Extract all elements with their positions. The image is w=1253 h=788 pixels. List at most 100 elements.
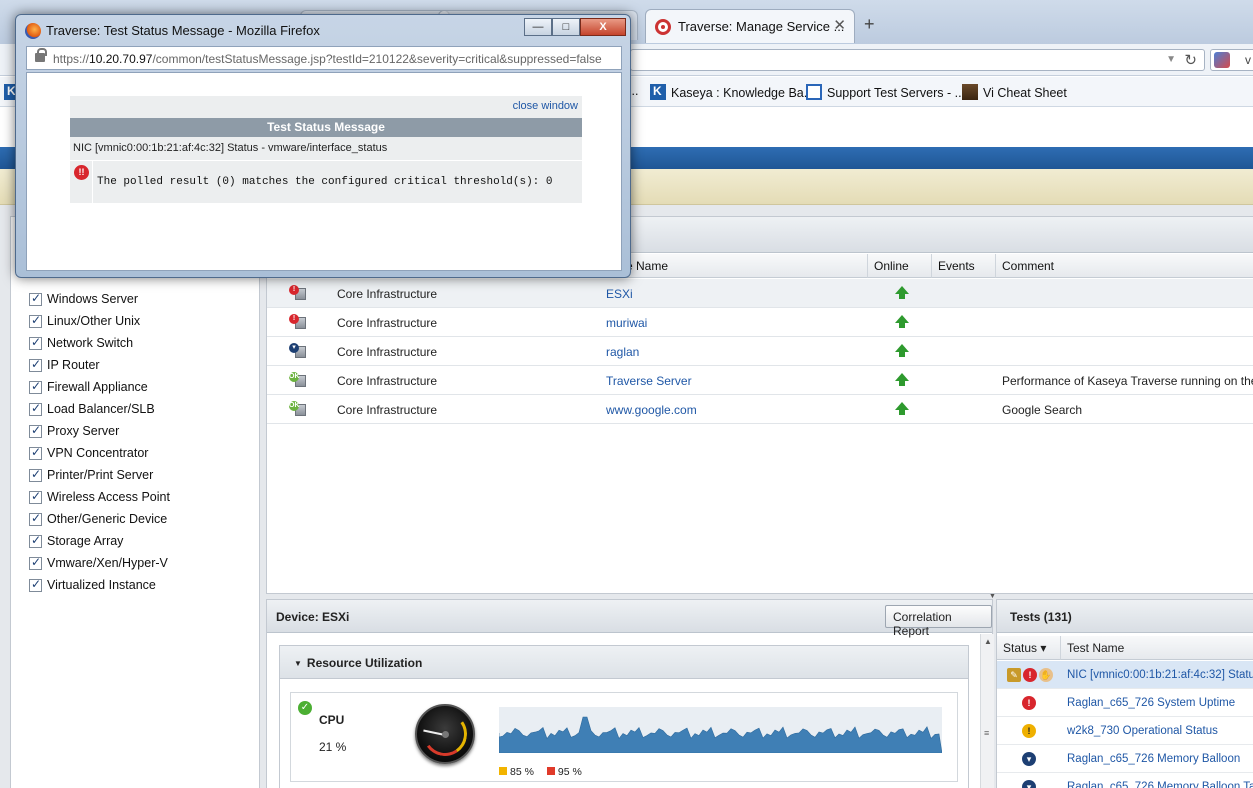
- column-test-name[interactable]: Test Name: [1061, 636, 1253, 660]
- tab-manage-service[interactable]: Traverse: Manage Service ... ✕: [645, 9, 855, 43]
- close-window-link[interactable]: close window: [513, 100, 578, 112]
- table-row[interactable]: OK Core Infrastructure Traverse Server Perf…: [267, 366, 1253, 395]
- vertical-scrollbar[interactable]: ▲ ≡: [980, 634, 994, 788]
- filter-item[interactable]: Linux/Other Unix: [20, 310, 170, 332]
- filter-checkbox[interactable]: [29, 555, 42, 570]
- filter-checkbox[interactable]: [29, 511, 42, 526]
- close-window-button[interactable]: X: [580, 18, 626, 36]
- scroll-up-icon[interactable]: ▲: [984, 637, 992, 646]
- filter-label: Storage Array: [47, 534, 124, 548]
- filter-checkbox[interactable]: [29, 533, 42, 548]
- filter-item[interactable]: Vmware/Xen/Hyper-V: [20, 552, 170, 574]
- device-status-icon: !: [289, 285, 307, 301]
- table-row[interactable]: OK Core Infrastructure www.google.com Googl…: [267, 395, 1253, 424]
- device-name-link[interactable]: ESXi: [606, 287, 633, 301]
- bookmark-item[interactable]: Support Test Servers - ...: [806, 84, 965, 100]
- filter-item[interactable]: VPN Concentrator: [20, 442, 170, 464]
- popup-address-bar[interactable]: https://10.20.70.97/common/testStatusMes…: [26, 46, 622, 70]
- legend-item-95: 95 %: [546, 766, 582, 778]
- test-row[interactable]: ▾ Raglan_c65_726 Memory Balloon: [997, 745, 1253, 773]
- test-status-icons: ✎! ✋: [1007, 668, 1053, 682]
- filter-item[interactable]: Storage Array: [20, 530, 170, 552]
- filter-checkbox[interactable]: [29, 467, 42, 482]
- test-row[interactable]: ! w2k8_730 Operational Status: [997, 717, 1253, 745]
- test-name-link[interactable]: Raglan_c65_726 System Uptime: [1067, 697, 1235, 709]
- address-bar[interactable]: ▼ ↻: [630, 49, 1205, 71]
- filter-label: Virtualized Instance: [47, 578, 156, 592]
- filter-checkbox[interactable]: [29, 357, 42, 372]
- minimize-button[interactable]: —: [524, 18, 552, 36]
- column-comment[interactable]: Comment: [996, 254, 1253, 278]
- lock-icon[interactable]: [35, 48, 47, 62]
- dropdown-arrow-icon[interactable]: ▼: [1166, 54, 1176, 65]
- filter-item[interactable]: Virtualized Instance: [20, 574, 170, 596]
- resource-utilization-title: Resource Utilization: [294, 656, 422, 670]
- device-name-link[interactable]: muriwai: [606, 316, 647, 330]
- test-row[interactable]: ▾ Raglan_c65_726 Memory Balloon Targ: [997, 773, 1253, 788]
- column-device-name[interactable]: e Name: [620, 254, 868, 278]
- reload-icon[interactable]: ↻: [1184, 51, 1197, 69]
- filter-label: Firewall Appliance: [47, 380, 148, 394]
- online-up-arrow-icon: [893, 373, 909, 389]
- test-row[interactable]: ✎! ✋ NIC [vmnic0:00:1b:21:af:4c:32] Status: [997, 661, 1253, 689]
- column-events[interactable]: Events: [932, 254, 996, 278]
- scroll-grip-icon[interactable]: ≡: [984, 728, 989, 738]
- search-box[interactable]: v: [1210, 49, 1253, 71]
- filter-item[interactable]: Windows Server: [20, 288, 170, 310]
- resource-utilization-header[interactable]: Resource Utilization: [280, 646, 968, 679]
- bookmark-item[interactable]: Kaseya : Knowledge Ba...: [650, 84, 814, 100]
- filter-item[interactable]: Network Switch: [20, 332, 170, 354]
- device-name-link[interactable]: www.google.com: [606, 403, 697, 417]
- test-row[interactable]: ! Raglan_c65_726 System Uptime: [997, 689, 1253, 717]
- device-name-link[interactable]: raglan: [606, 345, 639, 359]
- filter-label: Network Switch: [47, 336, 134, 350]
- search-engine-icon[interactable]: [1214, 52, 1230, 68]
- filter-label: Vmware/Xen/Hyper-V: [47, 556, 168, 570]
- test-name-link[interactable]: w2k8_730 Operational Status: [1067, 725, 1218, 737]
- filter-item[interactable]: Proxy Server: [20, 420, 170, 442]
- filter-item[interactable]: Other/Generic Device: [20, 508, 170, 530]
- status-message-text: The polled result (0) matches the config…: [97, 176, 553, 188]
- filter-item[interactable]: Printer/Print Server: [20, 464, 170, 486]
- maximize-button[interactable]: □: [552, 18, 580, 36]
- filter-checkbox[interactable]: [29, 445, 42, 460]
- correlation-report-button[interactable]: Correlation Report: [885, 605, 992, 638]
- filter-checkbox[interactable]: [29, 401, 42, 416]
- legend-swatch-yellow: [499, 767, 507, 775]
- table-row[interactable]: ! Core Infrastructure muriwai: [267, 308, 1253, 337]
- filter-checkbox[interactable]: [29, 489, 42, 504]
- column-online[interactable]: Online: [868, 254, 932, 278]
- filter-label: Other/Generic Device: [47, 512, 168, 526]
- filter-checkbox[interactable]: [29, 577, 42, 592]
- filter-item[interactable]: Wireless Access Point: [20, 486, 170, 508]
- cpu-gauge: [415, 704, 475, 764]
- table-row[interactable]: ! Core Infrastructure ESXi: [267, 279, 1253, 308]
- popup-url[interactable]: https://10.20.70.97/common/testStatusMes…: [53, 52, 602, 66]
- filter-checkbox[interactable]: [29, 313, 42, 328]
- status-badge: OK: [289, 372, 300, 382]
- traverse-favicon-icon: [655, 19, 671, 35]
- cpu-sparkline: [499, 707, 942, 753]
- filter-item[interactable]: IP Router: [20, 354, 170, 376]
- filter-checkbox[interactable]: [29, 335, 42, 350]
- filter-label: Printer/Print Server: [47, 468, 154, 482]
- close-tab-icon[interactable]: ✕: [833, 16, 846, 34]
- table-row[interactable]: ▾ Core Infrastructure raglan: [267, 337, 1253, 366]
- device-name-link[interactable]: Traverse Server: [606, 374, 692, 388]
- filter-item[interactable]: Load Balancer/SLB: [20, 398, 170, 420]
- resource-utilization-section: Resource Utilization ✓ CPU 21 % 85 % 95 …: [279, 645, 969, 788]
- filter-label: VPN Concentrator: [47, 446, 149, 460]
- filter-checkbox[interactable]: [29, 379, 42, 394]
- test-name-link[interactable]: NIC [vmnic0:00:1b:21:af:4c:32] Status: [1067, 669, 1253, 681]
- column-status[interactable]: Status ▾: [997, 636, 1061, 660]
- test-name-link[interactable]: Raglan_c65_726 Memory Balloon: [1067, 753, 1240, 765]
- status-badge: ▾: [289, 343, 299, 353]
- critical-status-icon: !: [1022, 696, 1036, 710]
- test-name-link[interactable]: Raglan_c65_726 Memory Balloon Targ: [1067, 781, 1253, 788]
- new-tab-button[interactable]: +: [864, 14, 875, 35]
- filter-checkbox[interactable]: [29, 423, 42, 438]
- bookmark-item[interactable]: Vi Cheat Sheet: [962, 84, 1067, 100]
- filter-item[interactable]: Firewall Appliance: [20, 376, 170, 398]
- device-status-icon: OK: [289, 401, 307, 417]
- filter-checkbox[interactable]: [29, 291, 42, 306]
